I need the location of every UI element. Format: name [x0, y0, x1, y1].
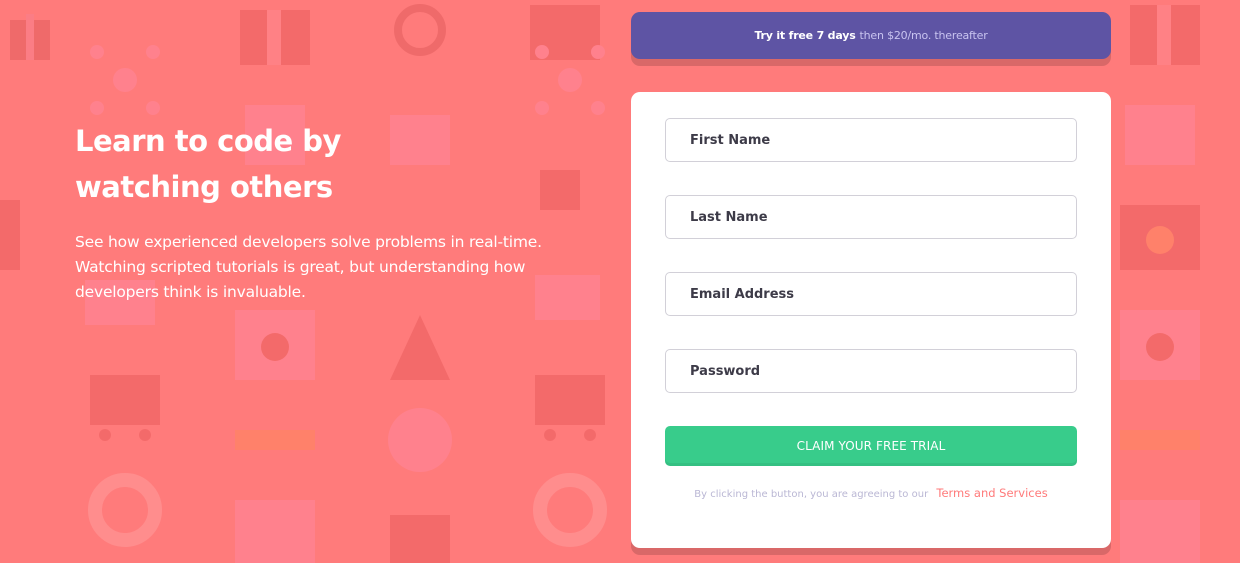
gift-icon	[1125, 0, 1205, 80]
calendar-icon	[380, 495, 460, 563]
trial-banner-light: then $20/mo. thereafter	[859, 29, 988, 42]
password-input[interactable]	[690, 363, 1076, 379]
network-icon	[530, 40, 610, 120]
browser-icon	[1120, 495, 1200, 563]
gift-icon	[0, 0, 80, 80]
password-field	[665, 349, 1077, 393]
trial-banner: Try it free 7 days then $20/mo. thereaft…	[631, 12, 1111, 59]
browser-search-icon	[1120, 305, 1200, 385]
last-name-field	[665, 195, 1077, 239]
hero-description: See how experienced developers solve pro…	[75, 233, 542, 301]
rocket-icon	[380, 305, 460, 385]
last-name-input[interactable]	[690, 209, 1076, 225]
first-name-input[interactable]	[690, 132, 1076, 148]
claim-free-trial-button[interactable]: CLAIM YOUR FREE TRIAL	[665, 426, 1077, 466]
cart-icon	[85, 365, 165, 445]
key-icon	[235, 400, 315, 480]
email-input[interactable]	[690, 286, 1076, 302]
headset-icon	[380, 0, 460, 80]
terms-text: By clicking the button, you are agreeing…	[694, 489, 929, 500]
first-name-field	[665, 118, 1077, 162]
signup-form: CLAIM YOUR FREE TRIAL By clicking the bu…	[631, 92, 1111, 548]
trial-banner-strong: Try it free 7 days	[754, 29, 856, 42]
key-icon	[1120, 400, 1200, 480]
email-field	[665, 272, 1077, 316]
hero-section: Learn to code by watching others See how…	[75, 118, 575, 305]
terms-link[interactable]: Terms and Services	[936, 486, 1047, 500]
hero-title: Learn to code by watching others	[75, 124, 341, 204]
books-icon	[1120, 95, 1200, 175]
browser-search-icon	[235, 305, 315, 385]
lifebuoy-icon	[85, 470, 165, 550]
folder-icon	[0, 190, 80, 270]
gift-icon	[235, 0, 315, 80]
terms-notice: By clicking the button, you are agreeing…	[665, 486, 1077, 500]
lifebuoy-icon	[530, 470, 610, 550]
browser-icon	[235, 495, 315, 563]
settings-folder-icon	[1120, 195, 1200, 275]
network-icon	[85, 40, 165, 120]
cart-icon	[530, 365, 610, 445]
globe-gear-icon	[380, 400, 460, 480]
